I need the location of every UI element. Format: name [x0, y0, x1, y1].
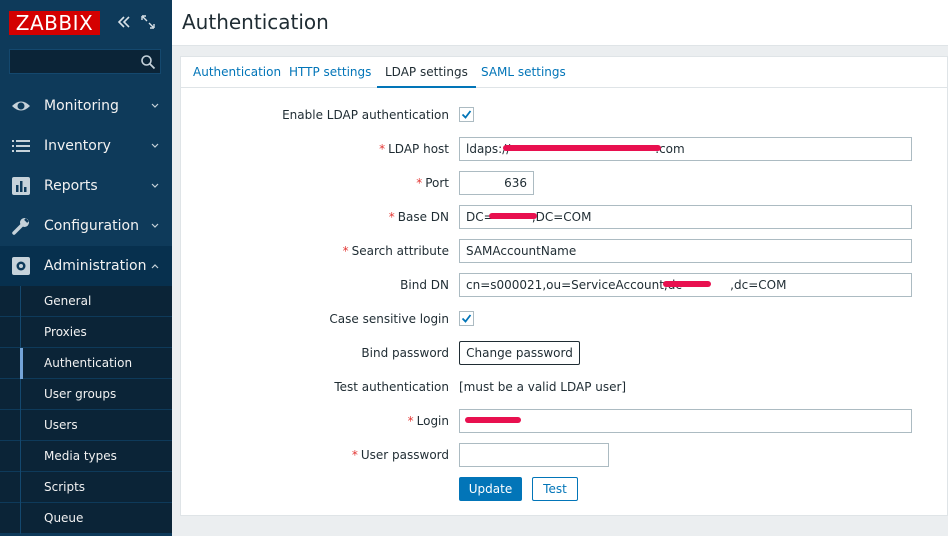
page-title: Authentication	[182, 10, 329, 34]
main-content: Authentication Authentication HTTP setti…	[172, 0, 948, 536]
submenu-item-media-types[interactable]: Media types	[0, 441, 172, 472]
redaction-mark	[503, 145, 661, 151]
submenu-item-proxies[interactable]: Proxies	[0, 317, 172, 348]
eye-icon	[12, 101, 30, 111]
port-input[interactable]: 636	[459, 171, 534, 195]
chevron-down-icon	[151, 223, 159, 228]
bar-chart-icon	[12, 177, 30, 195]
sidebar-header: ZABBIX	[0, 0, 172, 44]
test-authentication-note: [must be a valid LDAP user]	[459, 380, 627, 394]
chevron-up-icon	[151, 264, 159, 269]
user-password-label-text: User password	[360, 448, 449, 462]
nav-item-monitoring[interactable]: Monitoring	[0, 86, 172, 126]
tab-authentication[interactable]: Authentication	[193, 57, 281, 88]
user-password-label: * User password	[189, 448, 449, 462]
page-header: Authentication	[172, 0, 948, 46]
gear-icon	[12, 257, 30, 275]
required-marker: *	[351, 448, 358, 462]
nav-item-administration[interactable]: Administration	[0, 246, 172, 286]
required-marker: *	[407, 414, 414, 428]
submenu-item-users[interactable]: Users	[0, 410, 172, 441]
port-label-text: Port	[425, 176, 449, 190]
checkmark-icon	[461, 314, 472, 323]
required-marker: *	[379, 142, 386, 156]
enable-ldap-label: Enable LDAP authentication	[282, 108, 449, 122]
nav-label: Monitoring	[44, 98, 119, 114]
tab-http-settings[interactable]: HTTP settings	[289, 57, 371, 88]
submenu-item-queue[interactable]: Queue	[0, 503, 172, 534]
tab-ldap-settings[interactable]: LDAP settings	[377, 57, 476, 88]
tab-saml-settings[interactable]: SAML settings	[481, 57, 566, 88]
nav-item-inventory[interactable]: Inventory	[0, 126, 172, 166]
submenu-label: Queue	[44, 511, 84, 525]
case-sensitive-label: Case sensitive login	[329, 312, 449, 326]
search-icon[interactable]	[140, 54, 156, 70]
enable-ldap-checkbox[interactable]	[459, 107, 474, 122]
main-nav: Monitoring Inventory Reports Configurati…	[0, 86, 172, 286]
required-marker: *	[416, 176, 423, 190]
submenu-label: Proxies	[44, 325, 87, 339]
login-label: * Login	[189, 414, 449, 428]
submenu-item-authentication[interactable]: Authentication	[0, 348, 172, 379]
administration-submenu: General Proxies Authentication User grou…	[0, 286, 172, 534]
kiosk-mode-icon[interactable]	[141, 15, 155, 29]
bind-password-label: Bind password	[361, 346, 449, 360]
ldap-host-label: * LDAP host	[189, 142, 449, 156]
login-input[interactable]	[459, 409, 912, 433]
submenu-item-scripts[interactable]: Scripts	[0, 472, 172, 503]
ldap-host-label-text: LDAP host	[388, 142, 449, 156]
nav-label: Reports	[44, 178, 98, 194]
port-label: * Port	[189, 176, 449, 190]
submenu-label: Scripts	[44, 480, 86, 494]
submenu-label: General	[44, 294, 92, 308]
base-dn-label: * Base DN	[189, 210, 449, 224]
submenu-item-user-groups[interactable]: User groups	[0, 379, 172, 410]
search-attribute-label: * Search attribute	[189, 244, 449, 258]
test-button[interactable]: Test	[532, 477, 578, 501]
case-sensitive-checkbox[interactable]	[459, 311, 474, 326]
submenu-label: Media types	[44, 449, 117, 463]
change-password-button[interactable]: Change password	[459, 341, 580, 365]
search-attribute-input[interactable]: SAMAccountName	[459, 239, 912, 263]
search-attribute-label-text: Search attribute	[351, 244, 449, 258]
tab-bar: Authentication HTTP settings LDAP settin…	[181, 57, 947, 88]
list-icon	[12, 140, 30, 152]
test-authentication-label: Test authentication	[334, 380, 449, 394]
submenu-label: Users	[44, 418, 78, 432]
user-password-input[interactable]	[459, 443, 609, 467]
required-marker: *	[342, 244, 349, 258]
redaction-mark	[489, 213, 537, 219]
form-panel: Authentication HTTP settings LDAP settin…	[180, 56, 948, 516]
search-input[interactable]	[9, 49, 161, 74]
submenu-item-general[interactable]: General	[0, 286, 172, 317]
update-button[interactable]: Update	[459, 477, 522, 501]
nav-item-reports[interactable]: Reports	[0, 166, 172, 206]
redaction-mark	[465, 417, 521, 423]
base-dn-label-text: Base DN	[397, 210, 449, 224]
sidebar: ZABBIX Monitoring Inventory Reports Conf…	[0, 0, 172, 536]
chevron-down-icon	[151, 183, 159, 188]
submenu-label: User groups	[44, 387, 117, 401]
chevron-down-icon	[151, 143, 159, 148]
redaction-mark	[663, 281, 711, 287]
bind-dn-label: Bind DN	[400, 278, 449, 292]
zabbix-logo[interactable]: ZABBIX	[9, 11, 100, 35]
chevron-down-icon	[151, 103, 159, 108]
collapse-sidebar-icon[interactable]	[116, 14, 132, 30]
nav-label: Administration	[44, 258, 147, 274]
nav-label: Inventory	[44, 138, 111, 154]
login-label-text: Login	[416, 414, 449, 428]
checkmark-icon	[461, 110, 472, 119]
required-marker: *	[388, 210, 395, 224]
wrench-icon	[12, 218, 29, 235]
nav-item-configuration[interactable]: Configuration	[0, 206, 172, 246]
nav-label: Configuration	[44, 218, 139, 234]
submenu-label: Authentication	[44, 356, 133, 370]
